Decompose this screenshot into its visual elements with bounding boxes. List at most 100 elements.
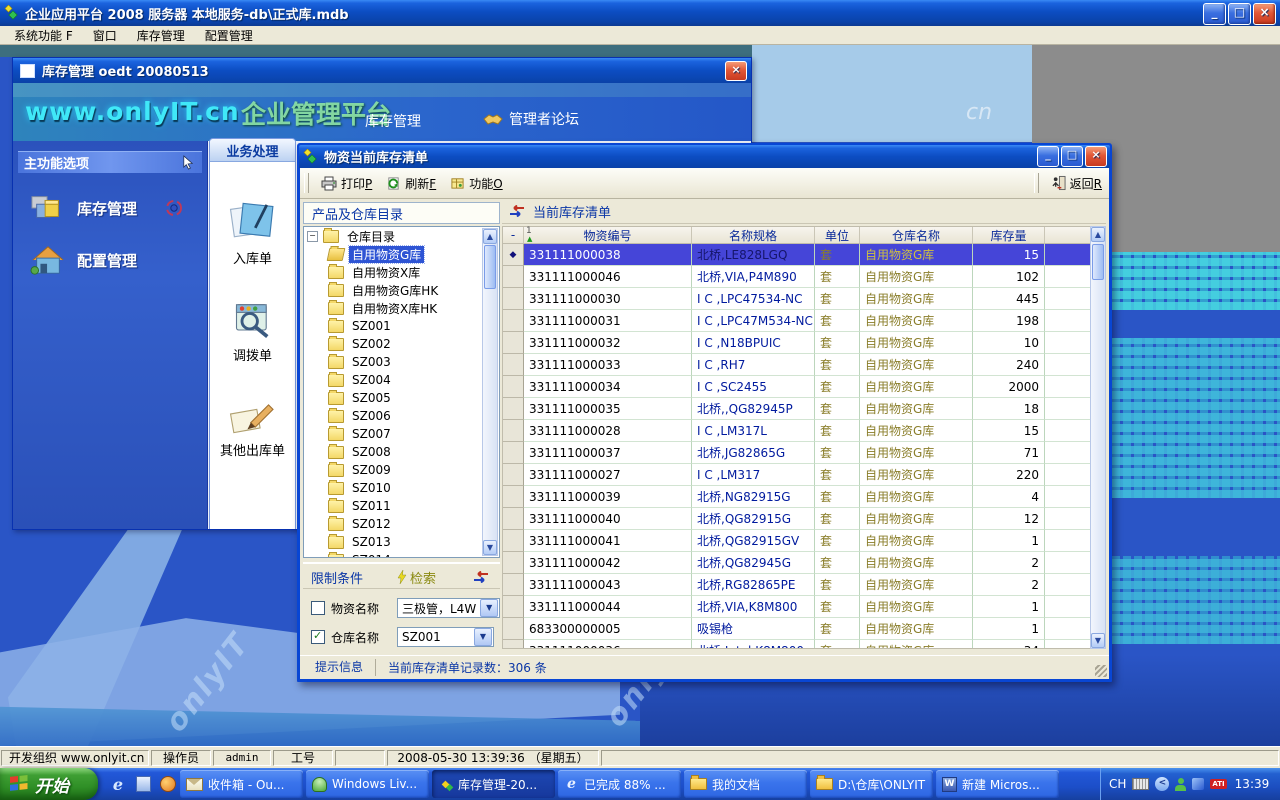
grid-scrollbar[interactable]: ▲ ▼ [1090, 226, 1106, 649]
taskbar-task-button[interactable]: 库存管理-20... [432, 770, 555, 798]
banner-forum-link[interactable]: 管理者论坛 [483, 109, 579, 129]
table-row[interactable]: 683300000005 吸锡枪 套 自用物资G库 1 [503, 618, 1090, 640]
tree-item[interactable]: SZ011 [304, 497, 499, 515]
taskbar-task-button[interactable]: 收件箱 - Ou... [180, 770, 303, 798]
menu-window[interactable]: 窗口 [83, 25, 127, 46]
column-header-name[interactable]: 名称规格 [692, 227, 815, 243]
tree-root[interactable]: − 仓库目录 [304, 227, 499, 245]
tree-item[interactable]: SZ009 [304, 461, 499, 479]
panel-item-inbound[interactable]: 入库单 [210, 198, 295, 267]
dialog-minimize-button[interactable]: _ [1037, 146, 1059, 167]
tree-item[interactable]: SZ012 [304, 515, 499, 533]
table-row[interactable]: 331111000033 I C ,RH7 套 自用物资G库 240 [503, 354, 1090, 376]
taskbar-task-button[interactable]: D:\仓库\ONLYIT [810, 770, 933, 798]
sidebar-item-config[interactable]: 配置管理 [29, 243, 207, 277]
tree-item[interactable]: 自用物资G库HK [304, 281, 499, 299]
swap-arrows-icon[interactable] [472, 571, 490, 583]
table-row[interactable]: 331111000027 I C ,LM317 套 自用物资G库 220 [503, 464, 1090, 486]
tree-item[interactable]: SZ003 [304, 353, 499, 371]
panel-item-other-outbound[interactable]: 其他出库单 [210, 396, 295, 459]
tree-item[interactable]: SZ002 [304, 335, 499, 353]
table-row[interactable]: 331111000046 北桥,VIA,P4M890 套 自用物资G库 102 [503, 266, 1090, 288]
table-row[interactable]: 331111000034 I C ,SC2455 套 自用物资G库 2000 [503, 376, 1090, 398]
column-header-store[interactable]: 仓库名称 [860, 227, 973, 243]
table-row[interactable]: 331111000031 I C ,LPC47M534-NC 套 自用物资G库 … [503, 310, 1090, 332]
taskbar-task-button[interactable]: Windows Liv... [306, 770, 429, 798]
input-language-indicator[interactable]: CH [1109, 777, 1126, 791]
table-row[interactable]: 331111000032 I C ,N18BPUIC 套 自用物资G库 10 [503, 332, 1090, 354]
tree-item[interactable]: SZ006 [304, 407, 499, 425]
scroll-down-icon[interactable]: ▼ [483, 540, 497, 555]
table-row[interactable]: 331111000041 北桥,QG82915GV 套 自用物资G库 1 [503, 530, 1090, 552]
menu-config[interactable]: 配置管理 [195, 25, 263, 46]
menu-inventory[interactable]: 库存管理 [127, 25, 195, 46]
keyboard-icon[interactable] [1132, 778, 1149, 790]
tree-item[interactable]: SZ010 [304, 479, 499, 497]
table-row[interactable]: 331111000037 北桥,JG82865G 套 自用物资G库 71 [503, 442, 1090, 464]
material-name-checkbox[interactable] [311, 601, 325, 615]
table-row[interactable]: 331111000042 北桥,QG82945G 套 自用物资G库 2 [503, 552, 1090, 574]
return-button[interactable]: 返回R [1044, 172, 1109, 195]
hide-icons-chevron[interactable]: < [1155, 777, 1169, 791]
table-row[interactable]: 331111000036 北桥,Intel,K8M800 套 自用物资G库 34 [503, 640, 1090, 649]
menu-system[interactable]: 系统功能 F [4, 25, 83, 46]
scroll-up-icon[interactable]: ▲ [483, 229, 497, 244]
table-row[interactable]: 331111000043 北桥,RG82865PE 套 自用物资G库 2 [503, 574, 1090, 596]
maximize-button[interactable]: □ [1228, 3, 1251, 25]
column-header-code[interactable]: 1 ▲ 物资编号 [524, 227, 692, 243]
sidebar-item-inventory[interactable]: 库存管理 [29, 191, 207, 225]
column-header-qty[interactable]: 库存量 [973, 227, 1045, 243]
marker-column-header[interactable]: - [503, 227, 524, 243]
close-icon[interactable]: × [725, 61, 747, 81]
scrollbar-thumb[interactable] [1092, 244, 1104, 280]
minimize-button[interactable]: _ [1203, 3, 1226, 25]
tree-expander-icon[interactable]: − [307, 231, 318, 242]
taskbar-task-button[interactable]: 我的文档 [684, 770, 807, 798]
table-row[interactable]: 331111000044 北桥,VIA,K8M800 套 自用物资G库 1 [503, 596, 1090, 618]
tree-item[interactable]: SZ013 [304, 533, 499, 551]
tree-item[interactable]: SZ005 [304, 389, 499, 407]
refresh-button[interactable]: 刷新F [379, 172, 443, 195]
tree-scrollbar[interactable]: ▲ ▼ [482, 228, 498, 556]
taskbar-task-button[interactable]: 已完成 88% ... [558, 770, 681, 798]
print-button[interactable]: 打印P [314, 172, 379, 195]
tree-item[interactable]: SZ004 [304, 371, 499, 389]
table-row[interactable]: 331111000030 I C ,LPC47534-NC 套 自用物资G库 4… [503, 288, 1090, 310]
dialog-close-button[interactable]: × [1085, 146, 1107, 167]
start-button[interactable]: 开始 [0, 768, 98, 800]
tree-item[interactable]: SZ008 [304, 443, 499, 461]
tree-item[interactable]: 自用物资G库 [304, 245, 499, 263]
resize-grip[interactable] [1095, 665, 1107, 677]
updates-icon[interactable] [1192, 778, 1204, 790]
tree-item[interactable]: 自用物资X库HK [304, 299, 499, 317]
panel-item-transfer[interactable]: 调拨单 [210, 297, 295, 364]
chevron-down-icon[interactable]: ▼ [474, 628, 492, 646]
media-icon[interactable] [160, 776, 176, 792]
search-button[interactable]: 检索 [397, 568, 436, 587]
tree-item[interactable]: SZ007 [304, 425, 499, 443]
table-row[interactable]: 331111000028 I C ,LM317L 套 自用物资G库 15 [503, 420, 1090, 442]
function-button[interactable]: 功能O [443, 172, 509, 195]
tree-item[interactable]: SZ014 [304, 551, 499, 558]
tree-item[interactable]: 自用物资X库 [304, 263, 499, 281]
taskbar-task-button[interactable]: 新建 Micros... [936, 770, 1059, 798]
scrollbar-thumb[interactable] [484, 245, 496, 289]
column-header-unit[interactable]: 单位 [815, 227, 860, 243]
scroll-up-icon[interactable]: ▲ [1091, 227, 1105, 242]
document-icon[interactable] [135, 776, 151, 792]
material-name-select[interactable]: 三极管，L4W ▼ [397, 598, 500, 618]
table-row[interactable]: 331111000040 北桥,QG82915G 套 自用物资G库 12 [503, 508, 1090, 530]
warehouse-name-checkbox[interactable] [311, 630, 325, 644]
table-row[interactable]: ◆ 331111000038 北桥,LE828LGQ 套 自用物资G库 15 [503, 244, 1090, 266]
warehouse-name-select[interactable]: SZ001 ▼ [397, 627, 494, 647]
chevron-down-icon[interactable]: ▼ [480, 599, 498, 617]
messenger-icon[interactable] [1175, 778, 1186, 791]
table-row[interactable]: 331111000035 北桥,,QG82945P 套 自用物资G库 18 [503, 398, 1090, 420]
business-panel-tab[interactable]: 业务处理 [210, 139, 295, 162]
internet-explorer-icon[interactable]: e [110, 776, 126, 792]
tree-item[interactable]: SZ001 [304, 317, 499, 335]
scroll-down-icon[interactable]: ▼ [1091, 633, 1105, 648]
dialog-maximize-button[interactable]: □ [1061, 146, 1083, 167]
close-button[interactable]: × [1253, 3, 1276, 25]
table-row[interactable]: 331111000039 北桥,NG82915G 套 自用物资G库 4 [503, 486, 1090, 508]
